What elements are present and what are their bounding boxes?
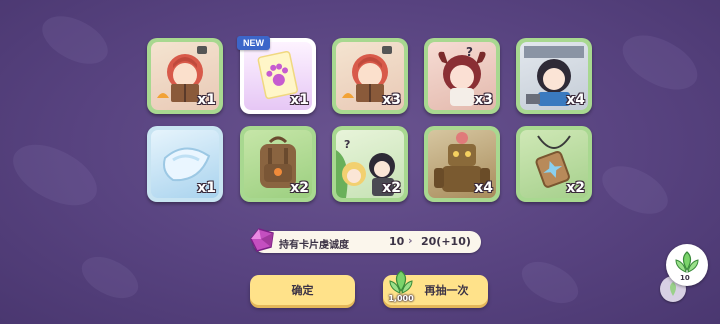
reward-card[interactable]: x4: [424, 126, 500, 202]
quantity-label: x2: [566, 180, 585, 196]
quantity-label: x1: [197, 92, 216, 108]
affinity-new: 20(+10): [421, 235, 471, 248]
gem-icon: [250, 228, 274, 252]
side-currency-count: 10: [680, 274, 690, 282]
draw-again-label: 再抽一次: [424, 284, 469, 297]
background-leaf: [515, 250, 585, 315]
reward-card[interactable]: ? x2: [332, 126, 408, 202]
new-badge: NEW: [237, 36, 270, 50]
crystal-crescent-art: x1: [151, 130, 219, 198]
affinity-current: 10: [389, 235, 405, 248]
wooden-golem-art: x4: [428, 130, 496, 198]
quantity-label: x4: [566, 92, 585, 108]
background-leaf: [3, 128, 107, 222]
brown-backpack-art: x2: [244, 130, 312, 198]
quantity-label: x2: [382, 180, 401, 196]
affinity-label: 持有卡片虔诚度: [279, 240, 349, 251]
background-leaf: [594, 153, 676, 227]
two-girls-scene-art: ? x2: [336, 130, 404, 198]
dark-hair-girl-desk-art: x4: [520, 42, 588, 110]
reward-card[interactable]: x3: [332, 38, 408, 114]
background-leaf: [34, 3, 116, 77]
background-leaf: [75, 245, 145, 310]
reward-card[interactable]: x2: [240, 126, 316, 202]
reward-card[interactable]: x2: [516, 126, 592, 202]
confirm-button[interactable]: 确定: [250, 275, 355, 305]
redhead-reading-book-art: x3: [336, 42, 404, 110]
quantity-label: x3: [382, 92, 401, 108]
reward-card[interactable]: ? x3: [424, 38, 500, 114]
reward-card[interactable]: x4: [516, 38, 592, 114]
reward-grid: x1 x1 NEW x3 ? x3 x4 x1 x2 ? x2 x4 x2: [147, 36, 597, 206]
background-leaf: [614, 21, 706, 104]
quantity-label: x4: [474, 180, 493, 196]
quantity-label: x2: [290, 180, 309, 196]
horned-girl-confused-art: ? x3: [428, 42, 496, 110]
draw-cost: 1,000: [388, 294, 414, 303]
paw-print-card-art: x1: [244, 42, 312, 110]
quantity-label: x1: [290, 92, 309, 108]
svg-text:?: ?: [466, 45, 473, 59]
quantity-label: x3: [474, 92, 493, 108]
affinity-bar: 持有卡片虔诚度 10 › 20(+10): [253, 231, 481, 253]
redhead-reading-book-art: x1: [151, 42, 219, 110]
reward-card[interactable]: x1: [147, 126, 223, 202]
pendant-necklace-art: x2: [520, 130, 588, 198]
quantity-label: x1: [197, 180, 216, 196]
reward-card[interactable]: x1: [147, 38, 223, 114]
arrow-icon: ›: [408, 234, 413, 247]
svg-text:?: ?: [344, 138, 350, 151]
